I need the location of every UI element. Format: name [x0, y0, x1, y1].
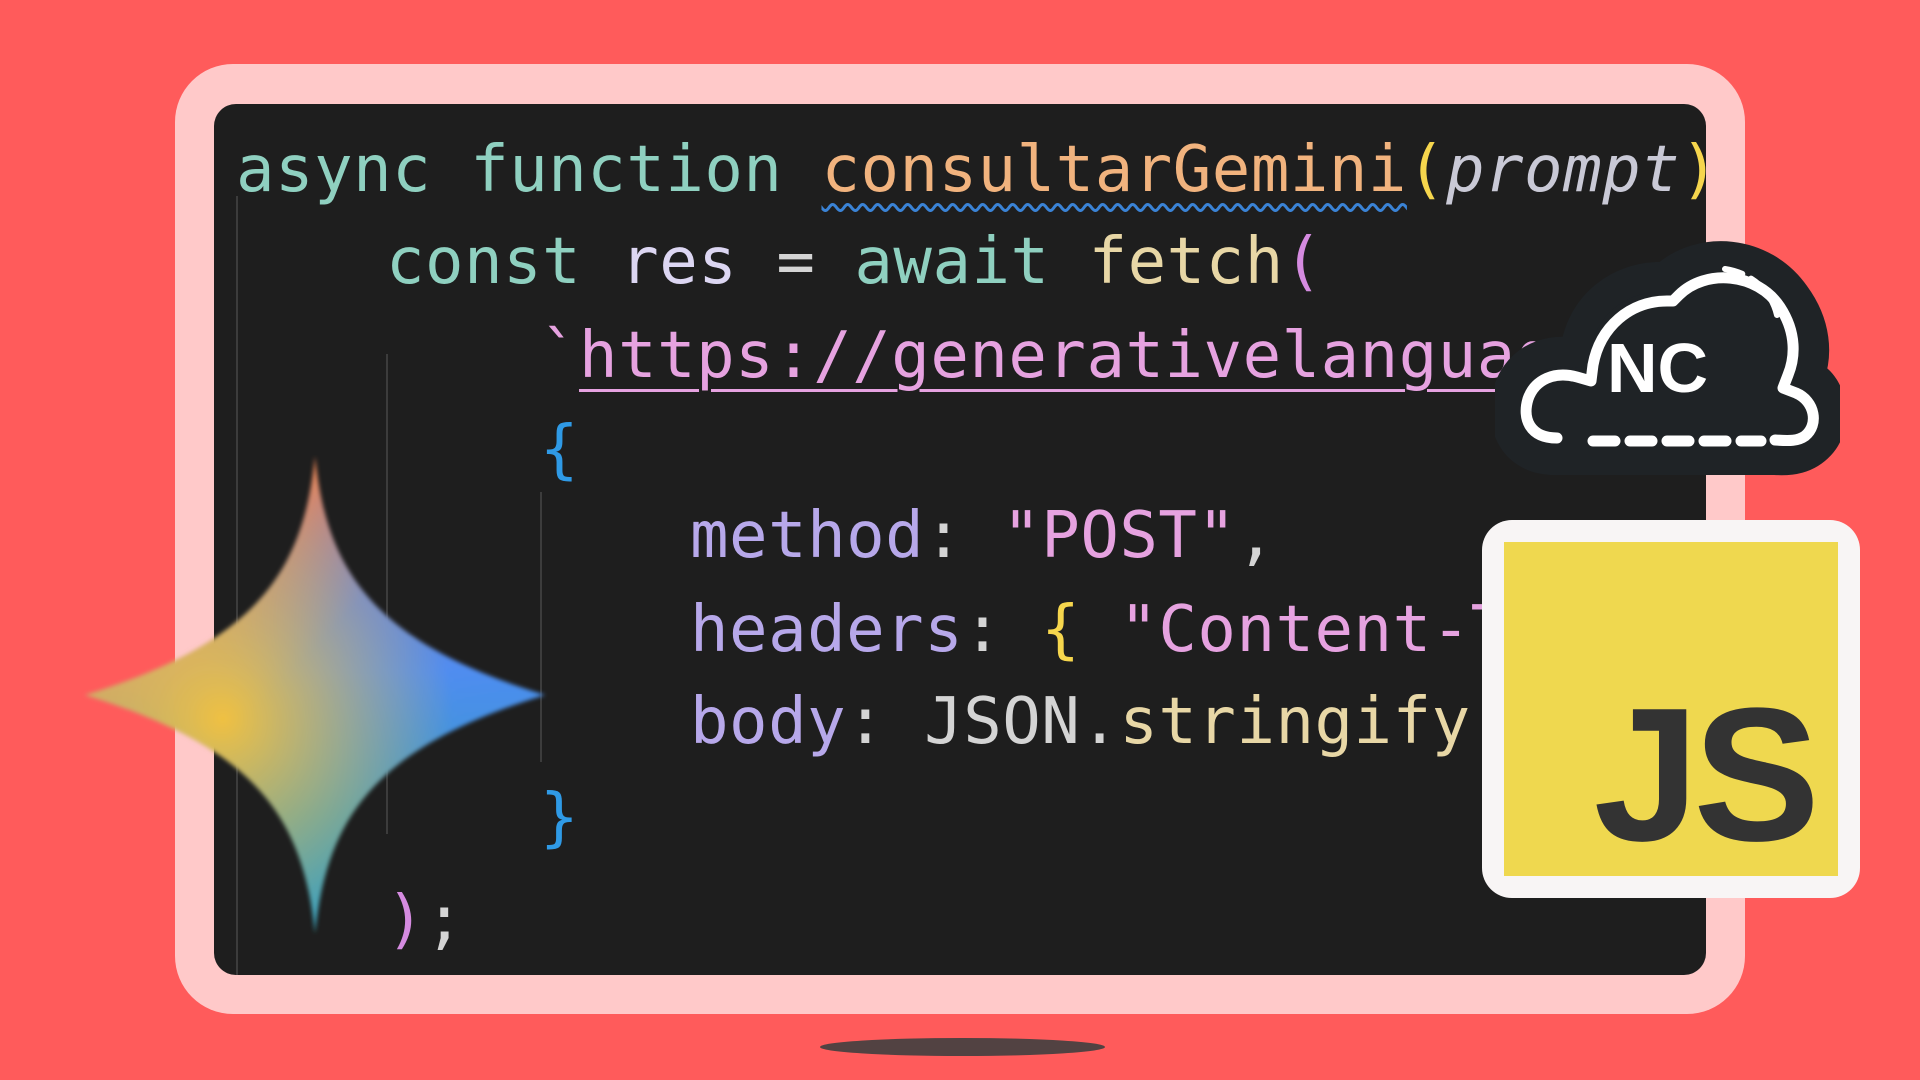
prop-body: body — [690, 685, 847, 759]
code-line-6: headers: { "Content-T — [690, 590, 1510, 670]
obj-json: JSON — [924, 685, 1081, 759]
param-prompt: prompt — [1445, 133, 1681, 207]
value-content-type: "Content-T — [1119, 593, 1510, 667]
keyword-function: function — [470, 133, 783, 207]
keyword-const: const — [386, 225, 582, 299]
gemini-star-icon — [75, 455, 555, 935]
colon: : — [963, 593, 1003, 667]
url-string: https://generativelanguag — [579, 319, 1555, 393]
paren-open: ( — [1406, 133, 1446, 207]
brace-open: { — [1041, 593, 1081, 667]
javascript-logo: JS — [1482, 520, 1860, 898]
fn-fetch: fetch — [1088, 225, 1284, 299]
js-text: JS — [1593, 669, 1820, 881]
code-line-2: const res = await fetch( — [386, 222, 1323, 302]
dot: . — [1080, 685, 1120, 759]
prop-headers: headers — [690, 593, 964, 667]
code-line-3: `https://generativelanguag — [540, 316, 1555, 396]
var-res: res — [620, 225, 738, 299]
operator-eq: = — [776, 225, 816, 299]
comma: , — [1236, 499, 1276, 573]
js-logo-square: JS — [1504, 542, 1838, 876]
paren-close: ) — [1680, 133, 1706, 207]
monitor-stand-shadow — [820, 1038, 1105, 1056]
value-post: "POST" — [1002, 499, 1237, 573]
colon: : — [924, 499, 964, 573]
nc-text: NC — [1607, 329, 1709, 407]
paren-open: ( — [1283, 225, 1323, 299]
nc-cloud-logo: NC — [1490, 235, 1847, 480]
backtick: ` — [540, 319, 580, 393]
gemini-star-svg — [85, 457, 545, 933]
colon: : — [846, 685, 886, 759]
code-line-5: method: "POST", — [690, 496, 1275, 576]
keyword-await: await — [854, 225, 1050, 299]
method-stringify: stringify — [1119, 685, 1471, 759]
keyword-async: async — [236, 133, 432, 207]
code-line-7: body: JSON.stringify( — [690, 682, 1510, 762]
function-name: consultarGemini — [821, 133, 1407, 207]
prop-method: method — [690, 499, 925, 573]
code-line-1: async function consultarGemini(prompt) — [236, 130, 1706, 210]
